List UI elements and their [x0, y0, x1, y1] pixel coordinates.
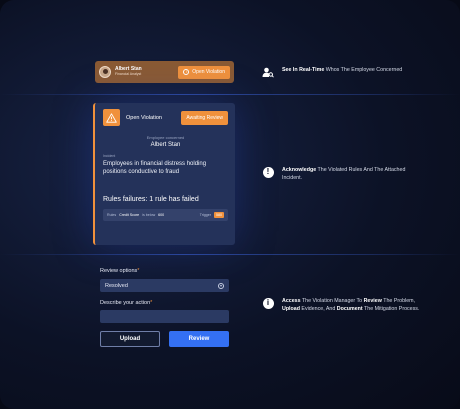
- warning-icon: !: [183, 69, 190, 75]
- rule-name: Credit Score: [119, 213, 140, 217]
- review-options-label: Review options*: [100, 268, 140, 274]
- trigger-value: 580: [214, 212, 224, 218]
- warning-icon: [103, 109, 120, 126]
- incident-text: Employees in financial distress holding …: [103, 161, 207, 175]
- user-search-icon: [262, 66, 274, 78]
- rule-prefix: Rules: [107, 213, 117, 217]
- review-options-value: Resolved: [105, 282, 128, 289]
- describe-action-label: Describe your action*: [100, 300, 153, 306]
- trigger-label: Trigger: [199, 213, 211, 217]
- employee-bar: Albert Stan Financial Analyst ! Open Vio…: [95, 61, 234, 83]
- review-options-select[interactable]: Resolved ▾: [100, 279, 229, 292]
- employee-label: Employee concerned: [146, 135, 185, 140]
- violation-header: Open Violation Awaiting Review: [103, 109, 228, 126]
- feature-text: Access The Violation Manager To Review T…: [282, 298, 420, 312]
- feature-text: Acknowledge The Violated Rules And The A…: [282, 167, 406, 181]
- employee-info: Albert Stan Financial Analyst: [115, 67, 142, 77]
- feature-realtime: See In Real-Time Whos The Employee Conce…: [262, 66, 422, 78]
- alert-circle-icon: !: [262, 166, 274, 178]
- feature-text: See In Real-Time Whos The Employee Conce…: [282, 67, 403, 73]
- divider-line: [0, 254, 460, 255]
- info-circle-icon: i: [262, 297, 274, 309]
- employee-name: Albert Stan: [150, 142, 181, 148]
- feature-access: i Access The Violation Manager To Review…: [262, 297, 422, 313]
- review-button[interactable]: Review: [169, 331, 229, 347]
- feature-acknowledge: ! Acknowledge The Violated Rules And The…: [262, 166, 422, 182]
- trigger: Trigger 580: [200, 212, 224, 218]
- violation-card: Open Violation Awaiting Review Employee …: [93, 103, 235, 245]
- avatar: [99, 66, 111, 78]
- rule-threshold: 600: [158, 213, 165, 217]
- violation-title: Open Violation: [126, 114, 162, 121]
- upload-button[interactable]: Upload: [100, 331, 160, 347]
- rules-failures: Rules failures: 1 rule has failed: [103, 196, 199, 203]
- employee-role: Financial Analyst: [115, 72, 142, 77]
- rule-operator: is below: [142, 213, 156, 217]
- awaiting-review-badge[interactable]: Awaiting Review: [181, 110, 228, 125]
- open-violation-button[interactable]: ! Open Violation: [178, 65, 230, 79]
- page-frame: Albert Stan Financial Analyst ! Open Vio…: [0, 0, 460, 409]
- divider-line: [0, 94, 460, 95]
- describe-action-input[interactable]: [100, 310, 229, 323]
- rule-row: Rules Credit Score is below 600 Trigger …: [103, 209, 228, 221]
- chevron-down-icon: ▾: [218, 282, 224, 289]
- incident-label: Incident: [103, 154, 116, 158]
- open-violation-label: Open Violation: [192, 69, 225, 75]
